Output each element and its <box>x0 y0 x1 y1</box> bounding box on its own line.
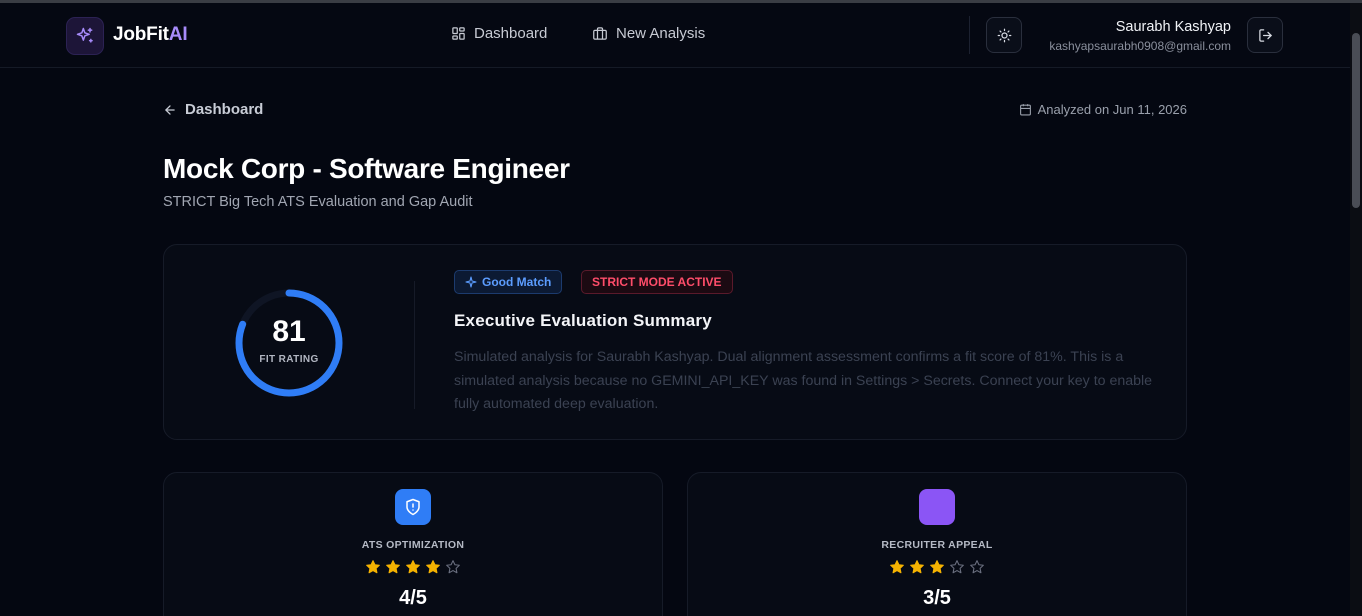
ats-score: 4/5 <box>399 587 427 609</box>
star-empty-icon <box>970 560 984 574</box>
arrow-left-icon <box>165 104 175 115</box>
grid-icon <box>452 27 465 40</box>
shield-alert-icon <box>406 498 420 516</box>
user-email: kashyapsaurabh0908@gmail.com <box>1049 39 1231 53</box>
recruiter-icon-badge <box>919 489 955 525</box>
ats-label: ATS OPTIMIZATION <box>361 539 465 551</box>
logo-badge[interactable] <box>66 17 104 55</box>
star-filled-icon <box>930 560 944 574</box>
calendar-icon <box>1019 104 1031 116</box>
top-navbar: JobFitAI Dashboard New Analysis Saurabh … <box>0 3 1350 68</box>
brand-prefix: JobFit <box>113 24 169 45</box>
ats-star-rating <box>164 559 662 575</box>
good-match-label: Good Match <box>482 275 552 289</box>
good-match-badge: Good Match <box>454 270 563 294</box>
brand-name[interactable]: JobFitAI <box>113 24 188 46</box>
header-divider <box>969 16 970 54</box>
star-filled-icon <box>386 560 400 574</box>
sun-icon <box>997 28 1011 42</box>
back-to-dashboard-link[interactable]: Dashboard <box>163 101 263 118</box>
scrollbar-track[interactable] <box>1350 3 1362 616</box>
nav-dashboard[interactable]: Dashboard <box>451 25 547 42</box>
ats-icon-badge <box>395 489 431 525</box>
logout-icon <box>1258 28 1272 42</box>
evaluation-summary-card: 81 FIT RATING Good Match STRICT MODE ACT… <box>163 244 1187 440</box>
recruiter-appeal-card: RECRUITER APPEAL 3/5 <box>687 472 1187 616</box>
star-empty-icon <box>446 560 460 574</box>
user-name: Saurabh Kashyap <box>1115 19 1231 35</box>
nav-new-analysis[interactable]: New Analysis <box>592 25 705 42</box>
briefcase-icon <box>593 27 607 40</box>
strict-mode-badge: STRICT MODE ACTIVE <box>581 270 733 294</box>
sparkle-icon <box>465 276 477 288</box>
recruiter-star-rating <box>688 559 1186 575</box>
star-empty-icon <box>950 560 964 574</box>
summary-divider <box>414 281 415 409</box>
nav-new-analysis-label: New Analysis <box>616 25 706 42</box>
recruiter-label: RECRUITER APPEAL <box>881 539 993 551</box>
sparkles-icon <box>76 27 93 43</box>
nav-dashboard-label: Dashboard <box>474 25 548 42</box>
theme-toggle-button[interactable] <box>986 17 1022 53</box>
fit-score-label: FIT RATING <box>259 354 319 365</box>
page-subtitle: STRICT Big Tech ATS Evaluation and Gap A… <box>163 194 473 210</box>
brand-suffix: AI <box>168 24 188 45</box>
ats-optimization-card: ATS OPTIMIZATION 4/5 <box>163 472 663 616</box>
page-title: Mock Corp - Software Engineer <box>163 153 570 184</box>
star-filled-icon <box>406 560 420 574</box>
summary-text: Simulated analysis for Saurabh Kashyap. … <box>454 349 1153 412</box>
analyzed-date-label: Analyzed on Jun 11, 2026 <box>1037 102 1187 117</box>
fit-score-value: 81 <box>272 315 306 348</box>
back-link-label: Dashboard <box>185 101 264 118</box>
star-filled-icon <box>426 560 440 574</box>
summary-heading: Executive Evaluation Summary <box>454 311 712 330</box>
star-filled-icon <box>890 560 904 574</box>
analyzed-date: Analyzed on Jun 11, 2026 <box>1019 102 1187 117</box>
scrollbar-thumb[interactable] <box>1352 33 1360 208</box>
star-filled-icon <box>366 560 380 574</box>
strict-mode-label: STRICT MODE ACTIVE <box>592 275 722 289</box>
logout-button[interactable] <box>1247 17 1283 53</box>
recruiter-score: 3/5 <box>923 587 951 609</box>
star-filled-icon <box>910 560 924 574</box>
